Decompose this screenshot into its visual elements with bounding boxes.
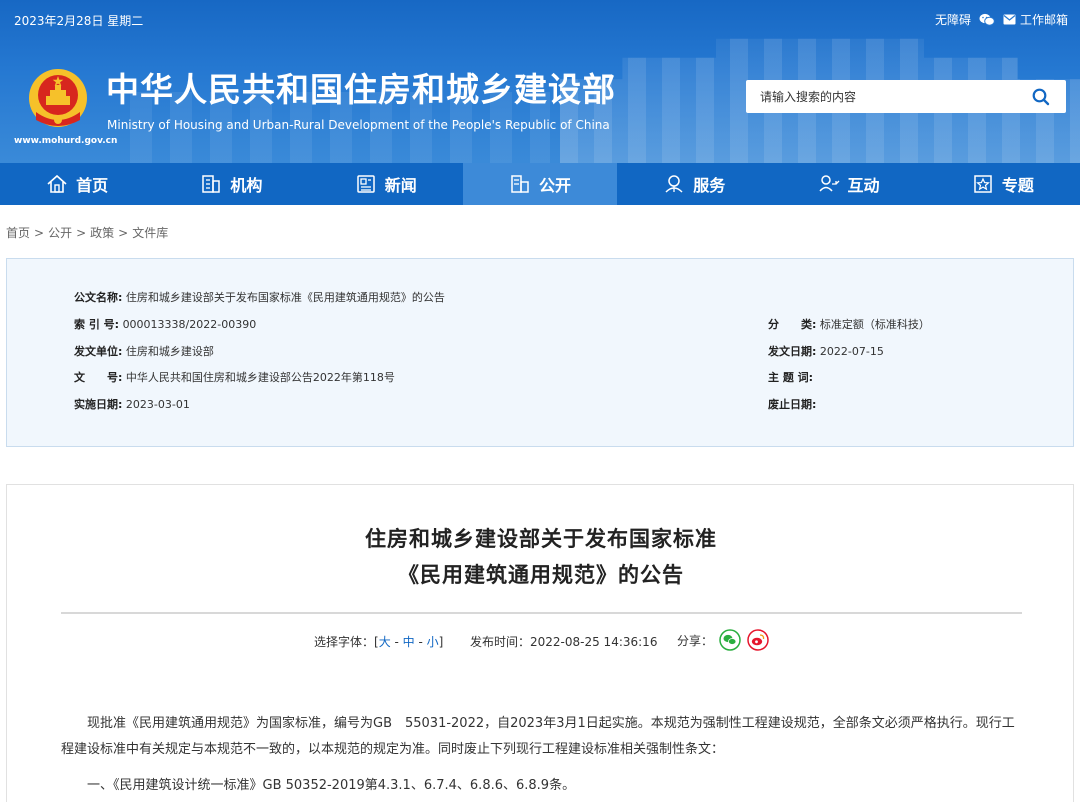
meta-effective-date-value: 2023-03-01 (125, 398, 190, 411)
nav-item-open[interactable]: 公开 (462, 163, 618, 205)
meta-subject-label: 主 题 词: (768, 371, 814, 384)
nav-label-service: 服务 (693, 176, 726, 195)
document-metadata-box: 公文名称: 住房和城乡建设部关于发布国家标准《民用建筑通用规范》的公告 索 引 … (6, 258, 1074, 447)
service-icon (665, 175, 683, 193)
meta-category: 分 类: 标准定额（标准科技） (768, 316, 930, 332)
site-title[interactable]: 中华人民共和国住房和城乡建设部 (106, 71, 616, 108)
font-size-label: 选择字体：[ (314, 635, 379, 649)
topbar-links: 无障碍 工作邮箱 (935, 11, 1068, 28)
weibo-share-icon[interactable] (747, 629, 769, 651)
article-list-item: 一、《民用建筑设计统一标准》GB 50352-2019第4.3.1、6.7.4、… (87, 778, 576, 793)
current-date: 2023年2月28日 星期二 (14, 14, 144, 28)
site-header: 2023年2月28日 星期二 无障碍 工作邮箱 www.mohurd.gov.c… (0, 0, 1080, 163)
meta-abolish-date-label: 废止日期: (768, 398, 817, 411)
breadcrumb-policy[interactable]: 政策 (90, 226, 114, 240)
search-input[interactable] (746, 80, 1016, 113)
article: 住房和城乡建设部关于发布国家标准 《民用建筑通用规范》的公告 选择字体：[大 -… (6, 484, 1074, 802)
work-mail-link[interactable]: 工作邮箱 (1003, 11, 1068, 28)
article-paragraph: 现批准《民用建筑通用规范》为国家标准，编号为GB 55031-2022，自202… (61, 716, 1015, 757)
building-icon (202, 175, 221, 193)
nav-item-organization[interactable]: 机构 (154, 163, 308, 205)
meta-issuer-label: 发文单位: (74, 345, 123, 358)
work-mail-label: 工作邮箱 (1019, 13, 1068, 27)
meta-doc-name-value: 住房和城乡建设部关于发布国家标准《民用建筑通用规范》的公告 (125, 291, 445, 304)
meta-index-label: 索 引 号: (74, 318, 120, 331)
share-label: 分享： (677, 633, 714, 648)
article-body: 现批准《民用建筑通用规范》为国家标准，编号为GB 55031-2022，自202… (61, 711, 1025, 799)
open-icon (511, 175, 529, 193)
nav-item-home[interactable]: 首页 (0, 163, 154, 205)
meta-category-label: 分 类: (768, 318, 817, 331)
news-icon (356, 175, 375, 193)
meta-issue-date-value: 2022-07-15 (819, 345, 884, 358)
nav-item-service[interactable]: 服务 (617, 163, 771, 205)
home-icon (47, 174, 67, 193)
site-url: www.mohurd.gov.cn (14, 136, 118, 146)
meta-doc-number: 文 号: 中华人民共和国住房和城乡建设部公告2022年第118号 (74, 369, 395, 385)
font-size-small-link[interactable]: 小 (427, 635, 439, 649)
nav-item-topic[interactable]: 专题 (926, 163, 1080, 205)
nav-item-news[interactable]: 新闻 (309, 163, 463, 205)
wechat-icon (979, 13, 995, 26)
search-button[interactable] (1016, 80, 1066, 113)
mail-icon (1003, 14, 1016, 25)
national-emblem-logo[interactable] (26, 66, 90, 132)
main-nav: 首页 机构 新闻 公开 服务 互动 专题 (0, 163, 1080, 205)
meta-effective-date: 实施日期: 2023-03-01 (74, 396, 190, 412)
nav-label-topic: 专题 (1001, 176, 1034, 195)
meta-doc-number-label: 文 号: (74, 371, 123, 384)
font-size-close: ] (438, 635, 444, 649)
meta-index-value: 000013338/2022-00390 (122, 318, 257, 331)
font-size-medium-link[interactable]: 中 (403, 635, 415, 649)
breadcrumb-home[interactable]: 首页 (6, 226, 30, 240)
font-size-large-link[interactable]: 大 (379, 635, 391, 649)
font-size-selector: 选择字体：[大 - 中 - 小] (314, 635, 444, 649)
share-bar: 分享： (677, 629, 769, 651)
meta-issuer-value: 住房和城乡建设部 (125, 345, 214, 358)
publish-time: 发布时间：2022-08-25 14:36:16 (470, 635, 658, 649)
interact-icon (818, 175, 839, 192)
nav-label-home: 首页 (76, 176, 109, 195)
meta-abolish-date: 废止日期: (768, 396, 816, 412)
meta-doc-name: 公文名称: 住房和城乡建设部关于发布国家标准《民用建筑通用规范》的公告 (74, 289, 445, 305)
breadcrumb: 首页 > 公开 > 政策 > 文件库 (6, 226, 169, 240)
meta-doc-name-label: 公文名称: (74, 291, 123, 304)
meta-subject: 主 题 词: (768, 369, 813, 385)
topic-icon (974, 175, 992, 193)
meta-index: 索 引 号: 000013338/2022-00390 (74, 316, 256, 332)
article-title-line2: 《民用建筑通用规范》的公告 (398, 563, 684, 587)
meta-issue-date: 发文日期: 2022-07-15 (768, 343, 884, 359)
meta-issuer: 发文单位: 住房和城乡建设部 (74, 343, 214, 359)
meta-doc-number-value: 中华人民共和国住房和城乡建设部公告2022年第118号 (125, 371, 395, 384)
breadcrumb-library[interactable]: 文件库 (132, 226, 168, 240)
meta-effective-date-label: 实施日期: (74, 398, 123, 411)
meta-category-value: 标准定额（标准科技） (819, 318, 930, 331)
article-title-line1: 住房和城乡建设部关于发布国家标准 (365, 527, 717, 551)
site-subtitle: Ministry of Housing and Urban-Rural Deve… (107, 118, 610, 132)
wechat-link[interactable] (979, 13, 995, 26)
nav-label-open: 公开 (538, 176, 571, 195)
meta-issue-date-label: 发文日期: (768, 345, 817, 358)
wechat-share-icon[interactable] (719, 629, 741, 651)
nav-item-interact[interactable]: 互动 (771, 163, 925, 205)
search-icon (1032, 88, 1050, 105)
breadcrumb-open[interactable]: 公开 (48, 226, 72, 240)
nav-label-interact: 互动 (847, 176, 880, 195)
article-title-divider (61, 612, 1022, 614)
accessibility-link[interactable]: 无障碍 (935, 11, 971, 28)
search-box (746, 80, 1066, 113)
nav-label-news: 新闻 (384, 176, 417, 195)
nav-label-organization: 机构 (230, 176, 263, 195)
